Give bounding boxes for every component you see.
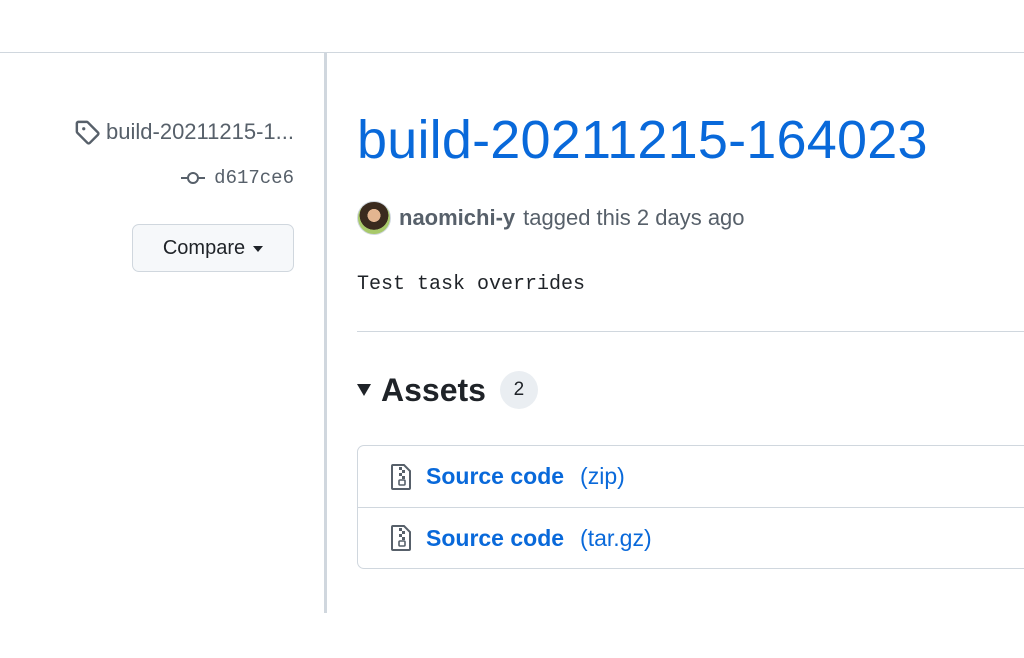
commit-link[interactable]: d617ce6: [180, 167, 294, 189]
assets-toggle[interactable]: Assets 2: [357, 371, 538, 409]
assets-title: Assets: [381, 371, 486, 408]
avatar[interactable]: [357, 201, 391, 235]
commit-sha[interactable]: d617ce6: [214, 167, 294, 189]
asset-item[interactable]: Source code (tar.gz): [358, 507, 1024, 568]
release-title[interactable]: build-20211215-164023: [357, 109, 928, 171]
timeline-divider: [324, 53, 327, 613]
author-link[interactable]: naomichi-y: [399, 205, 515, 231]
assets-list: Source code (zip) Source code (tar.gz): [357, 445, 1024, 569]
tag-link[interactable]: build-20211215-1...: [74, 119, 294, 145]
file-zip-icon: [391, 525, 411, 551]
compare-button[interactable]: Compare: [132, 224, 294, 272]
release-byline: naomichi-y tagged this 2 days ago: [357, 201, 745, 235]
release-notes: Test task overrides: [357, 273, 586, 296]
asset-format[interactable]: (zip): [580, 463, 625, 490]
asset-link[interactable]: Source code: [426, 525, 564, 552]
asset-format[interactable]: (tar.gz): [580, 525, 652, 552]
file-zip-icon: [391, 463, 411, 490]
asset-link[interactable]: Source code: [426, 463, 564, 490]
assets-count-badge: 2: [499, 371, 538, 409]
commit-icon: [181, 172, 206, 184]
asset-item[interactable]: Source code (zip): [358, 446, 1024, 507]
tag-name[interactable]: build-20211215-1...: [106, 119, 294, 145]
top-bar: [0, 0, 1024, 53]
tag-icon: [75, 120, 100, 145]
release-main: build-20211215-164023 naomichi-y tagged …: [357, 53, 1024, 613]
triangle-down-icon: [357, 384, 371, 396]
tagged-time-text: tagged this 2 days ago: [523, 205, 745, 230]
section-divider: [357, 331, 1024, 332]
chevron-down-icon: [253, 246, 264, 252]
release-sidebar: build-20211215-1... d617ce6 Compare: [0, 53, 310, 613]
compare-label: Compare: [162, 236, 246, 259]
